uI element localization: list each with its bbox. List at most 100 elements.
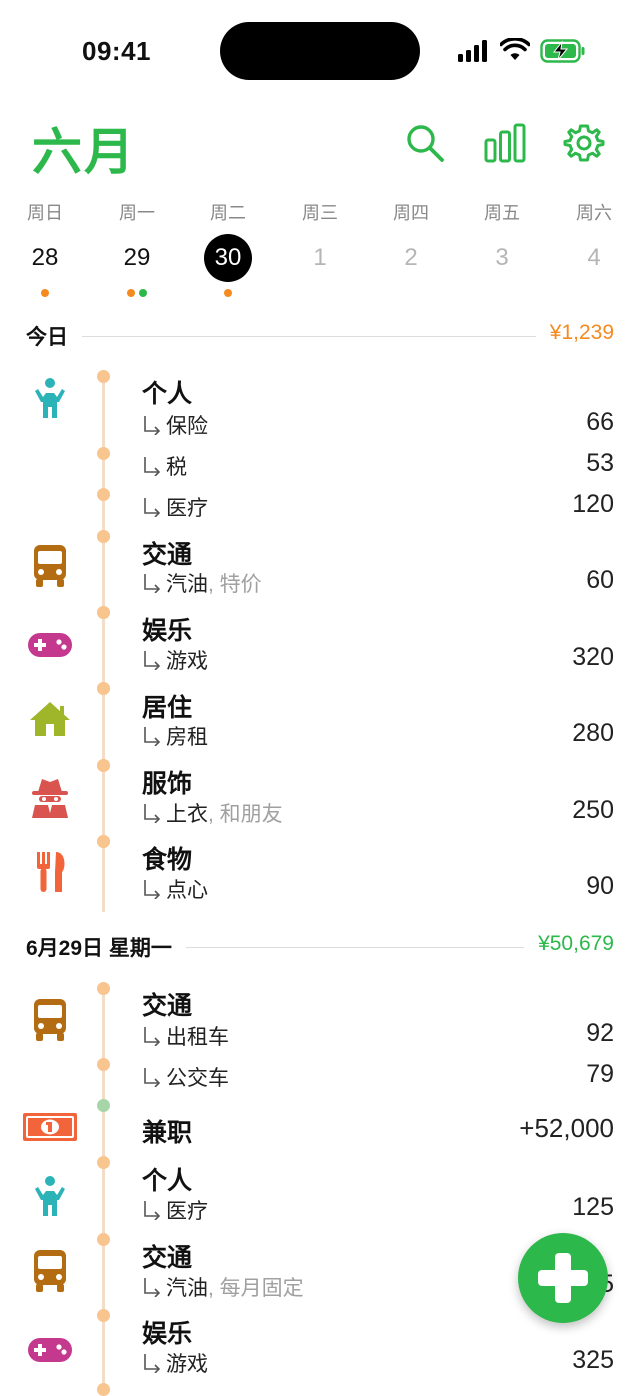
- transaction-amount: 325: [572, 1346, 614, 1374]
- weekday-label: 周日: [27, 203, 63, 223]
- activity-dot: [127, 289, 135, 297]
- category-name[interactable]: 兼职: [142, 1113, 192, 1149]
- transaction-name: 医疗: [166, 497, 208, 520]
- transaction-row[interactable]: 保险: [142, 410, 208, 440]
- day-dots: [290, 284, 350, 296]
- section-divider: [82, 336, 536, 337]
- transaction-row[interactable]: 公交车: [142, 1062, 229, 1092]
- transaction-note: , 和朋友: [208, 803, 283, 826]
- transaction-note: , 每月固定: [208, 1277, 304, 1300]
- day-4[interactable]: 周四 2: [381, 200, 441, 296]
- timeline-dot: [97, 1309, 110, 1322]
- subitem-arrow-icon: [142, 573, 166, 596]
- weekday-label: 周一: [119, 203, 155, 223]
- timeline-dot: [97, 606, 110, 619]
- subitem-arrow-icon: [142, 1067, 166, 1090]
- day-6[interactable]: 周六 4: [564, 200, 624, 296]
- day-dots: [198, 284, 258, 297]
- transaction-amount: 280: [572, 719, 614, 747]
- transaction-row[interactable]: 点心: [142, 874, 208, 904]
- category-name[interactable]: 交通: [142, 535, 192, 571]
- transaction-row[interactable]: 汽油, 特价: [142, 568, 262, 598]
- transaction-amount: 92: [586, 1019, 614, 1047]
- bus-icon: [24, 998, 76, 1042]
- transaction-row[interactable]: 税: [142, 451, 187, 481]
- weekday-label: 周六: [576, 203, 612, 223]
- month-title: 六月: [32, 124, 136, 180]
- weekday-label: 周三: [302, 203, 338, 223]
- timeline-dot: [97, 447, 110, 460]
- transaction-amount: 53: [586, 449, 614, 477]
- transaction-amount: 250: [572, 796, 614, 824]
- date-number: 29: [123, 244, 151, 271]
- section-total: ¥1,239: [549, 321, 614, 344]
- transaction-row[interactable]: 房租: [142, 721, 208, 751]
- category-name[interactable]: 个人: [142, 374, 192, 410]
- timeline-dot: [97, 835, 110, 848]
- spy-icon: [24, 775, 76, 819]
- transaction-row[interactable]: 汽油, 每月固定: [142, 1272, 304, 1302]
- day-dots: [107, 284, 167, 297]
- add-transaction-button[interactable]: [518, 1233, 608, 1323]
- money-bill-icon: [22, 1105, 78, 1149]
- transaction-name: 保险: [166, 415, 208, 438]
- category-name[interactable]: 交通: [142, 1238, 192, 1274]
- weekday-label: 周五: [484, 203, 520, 223]
- section-header: 6月29日 星期一 ¥50,679: [26, 932, 614, 962]
- day-dots: [381, 284, 441, 296]
- category-name[interactable]: 个人: [142, 1161, 192, 1197]
- section-date-label: 今日: [26, 326, 68, 349]
- activity-dot: [224, 289, 232, 297]
- category-name[interactable]: 娱乐: [142, 611, 192, 647]
- transaction-amount: 320: [572, 643, 614, 671]
- day-2[interactable]: 周二 30: [198, 200, 258, 297]
- timeline-dot: [97, 530, 110, 543]
- category-name[interactable]: 娱乐: [142, 1314, 192, 1350]
- gear-icon[interactable]: [563, 122, 605, 164]
- subitem-arrow-icon: [142, 879, 166, 902]
- transaction-row[interactable]: 出租车: [142, 1021, 229, 1051]
- category-name[interactable]: 服饰: [142, 764, 192, 800]
- person-icon: [24, 376, 76, 420]
- transaction-row[interactable]: 医疗: [142, 1195, 208, 1225]
- section-date-label: 6月29日 星期一: [26, 937, 172, 960]
- day-1[interactable]: 周一 29: [107, 200, 167, 297]
- date-number: 28: [31, 244, 59, 271]
- bar-chart-icon[interactable]: [483, 122, 527, 164]
- day-5[interactable]: 周五 3: [472, 200, 532, 296]
- timeline-dot: [97, 370, 110, 383]
- timeline-dot: [97, 1383, 110, 1396]
- wifi-icon: [499, 37, 531, 62]
- day-3[interactable]: 周三 1: [290, 200, 350, 296]
- timeline-line: [102, 982, 105, 1391]
- category-name[interactable]: 交通: [142, 986, 192, 1022]
- transaction-name: 医疗: [166, 1200, 208, 1223]
- date-number: 1: [313, 244, 327, 271]
- section-divider: [186, 947, 524, 948]
- activity-dot: [139, 289, 147, 297]
- transaction-row[interactable]: 游戏: [142, 645, 208, 675]
- battery-charging-icon: [540, 38, 586, 64]
- subitem-arrow-icon: [142, 415, 166, 438]
- transaction-row[interactable]: 医疗: [142, 492, 208, 522]
- transaction-name: 游戏: [166, 1353, 208, 1376]
- day-0[interactable]: 周日 28: [15, 200, 75, 297]
- day-dots: [564, 284, 624, 296]
- subitem-arrow-icon: [142, 1026, 166, 1049]
- category-name[interactable]: 居住: [142, 688, 192, 724]
- category-name[interactable]: 食物: [142, 840, 192, 876]
- transaction-name: 点心: [166, 879, 208, 902]
- transaction-row[interactable]: 游戏: [142, 1348, 208, 1378]
- day-dots: [472, 284, 532, 296]
- transaction-amount: 79: [586, 1060, 614, 1088]
- section-total: ¥50,679: [538, 932, 614, 955]
- date-number: 3: [495, 244, 509, 271]
- transaction-amount: 90: [586, 872, 614, 900]
- transaction-row[interactable]: 上衣, 和朋友: [142, 798, 283, 828]
- transaction-amount: 125: [572, 1193, 614, 1221]
- search-icon[interactable]: [404, 122, 446, 164]
- timeline-dot: [97, 488, 110, 501]
- subitem-arrow-icon: [142, 1200, 166, 1223]
- transaction-name: 税: [166, 456, 187, 479]
- section-header: 今日 ¥1,239: [26, 321, 614, 351]
